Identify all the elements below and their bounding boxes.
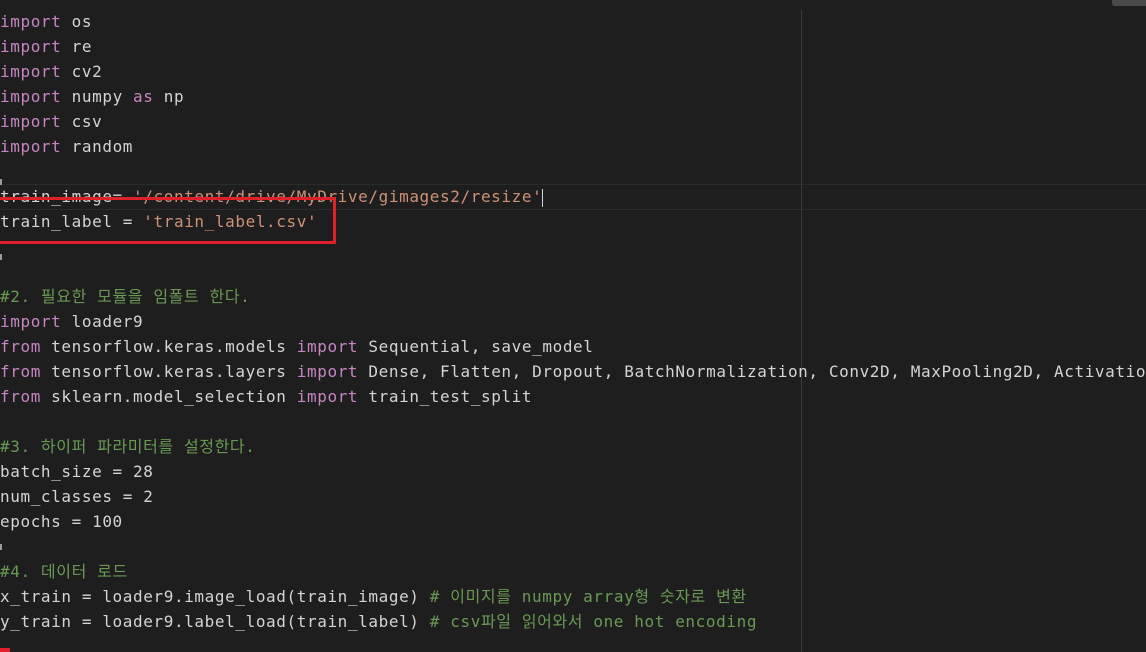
code-token: sklearn.model_selection [40,387,297,406]
code-token: np [153,87,185,106]
keyword-token: import [0,137,62,156]
keyword-token: import [0,112,62,131]
fold-marker [0,179,2,185]
code-token: epochs = 100 [0,512,123,531]
code-line[interactable]: batch_size = 28 [0,459,154,484]
code-token: train_test_split [358,387,533,406]
keyword-token: import [296,387,359,406]
comment-token: # 이미지를 numpy array형 숫자로 변환 [429,587,747,606]
code-token: tensorflow.keras.layers [40,362,297,381]
code-line[interactable]: import os [0,9,92,34]
keyword-token: import [0,87,62,106]
code-line[interactable]: from sklearn.model_selection import trai… [0,384,532,409]
column-ruler [801,10,802,652]
code-token: numpy [61,87,134,106]
code-line[interactable]: epochs = 100 [0,509,123,534]
code-token: Sequential, save_model [358,337,594,356]
code-line[interactable]: from tensorflow.keras.models import Sequ… [0,334,594,359]
keyword-token: from [0,362,41,381]
code-token: csv [61,112,103,131]
code-token: batch_size = 28 [0,462,154,481]
code-token: tensorflow.keras.models [40,337,297,356]
code-line[interactable]: import random [0,134,133,159]
keyword-token: import [296,337,359,356]
keyword-token: from [0,387,41,406]
code-line[interactable]: from tensorflow.keras.layers import Dens… [0,359,1146,384]
keyword-token: import [0,37,62,56]
code-token: re [61,37,93,56]
code-line[interactable]: import csv [0,109,102,134]
comment-token: #3. 하이퍼 파라미터를 설정한다. [0,437,256,456]
code-token: y_train = loader9.label_load(train_label… [0,612,430,631]
keyword-token: as [133,87,154,106]
next-line-marker [0,648,10,652]
code-line[interactable]: num_classes = 2 [0,484,154,509]
code-line[interactable]: import loader9 [0,309,143,334]
code-line[interactable]: y_train = loader9.label_load(train_label… [0,609,757,634]
keyword-token: import [0,312,62,331]
code-token: os [61,12,93,31]
code-line[interactable]: x_train = loader9.image_load(train_image… [0,584,747,609]
text-cursor [542,188,544,207]
red-annotation-box [0,197,336,244]
code-line[interactable]: import numpy as np [0,84,184,109]
keyword-token: from [0,337,41,356]
comment-token: #2. 필요한 모듈을 임폴트 한다. [0,287,251,306]
code-line[interactable]: #2. 필요한 모듈을 임폴트 한다. [0,284,250,309]
code-token: num_classes = 2 [0,487,154,506]
code-token: loader9 [61,312,144,331]
keyword-token: import [0,12,62,31]
code-line[interactable]: import cv2 [0,59,102,84]
code-line[interactable]: #3. 하이퍼 파라미터를 설정한다. [0,434,255,459]
comment-token: # csv파일 읽어와서 one hot encoding [429,612,758,631]
code-line[interactable]: #4. 데이터 로드 [0,559,128,584]
code-line[interactable]: import re [0,34,92,59]
code-token: x_train = loader9.image_load(train_image… [0,587,430,606]
code-editor[interactable]: import os import re import cv2 import numpy… [0,0,1146,652]
code-token: Dense, Flatten, Dropout, BatchNormalizat… [358,362,1146,381]
scroll-corner-tab[interactable] [1112,0,1146,6]
fold-marker [0,544,2,550]
comment-token: #4. 데이터 로드 [0,562,128,581]
code-token: random [61,137,134,156]
keyword-token: import [296,362,359,381]
keyword-token: import [0,62,62,81]
code-token: cv2 [61,62,103,81]
fold-marker [0,254,2,260]
